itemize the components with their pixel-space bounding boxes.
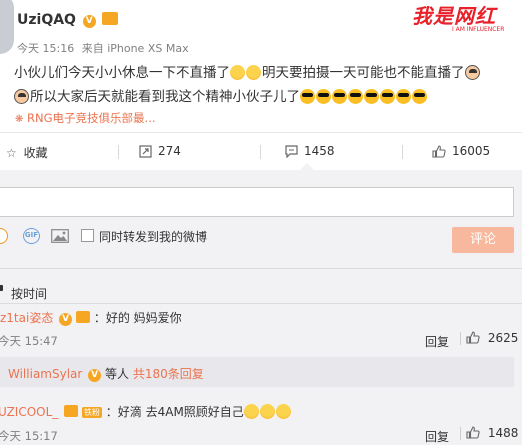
- comment-user-link[interactable]: UZICOOL_: [0, 405, 58, 419]
- sunglasses-emoji-icon: [380, 89, 395, 104]
- comment-like-button[interactable]: 2625: [466, 331, 518, 345]
- favorite-button[interactable]: ☆ 收藏: [6, 144, 48, 160]
- comment-time: 今天 15:17: [0, 429, 58, 443]
- comment-count: 1458: [304, 144, 335, 158]
- sort-by-time-tab[interactable]: 按时间: [11, 285, 47, 302]
- verified-icon: V: [82, 15, 96, 28]
- crying-emoji-icon: [243, 404, 259, 419]
- crying-emoji-icon: [259, 404, 275, 419]
- post-text-line1: 小伙儿们今天小小休息一下不直播了: [14, 65, 230, 81]
- watermark-text: 我是网红: [412, 4, 496, 28]
- divider: [460, 427, 461, 440]
- gif-icon[interactable]: GIF: [23, 228, 40, 244]
- divider: [402, 145, 403, 159]
- sunglasses-emoji-icon: [348, 89, 363, 104]
- repost-icon: [139, 145, 152, 158]
- reply-button[interactable]: 回复: [425, 333, 449, 350]
- smiley-icon: [0, 228, 8, 244]
- sunglasses-emoji-icon: [300, 89, 315, 104]
- sunglasses-emoji-icon: [316, 89, 331, 104]
- member-crown-icon: [75, 311, 90, 323]
- thumbs-up-icon: [466, 426, 480, 439]
- crying-emoji-icon: [230, 65, 245, 80]
- image-icon: [51, 229, 69, 243]
- member-crown-icon: [64, 405, 79, 417]
- divider: [0, 268, 522, 269]
- source-link-text: RNG电子竞技俱乐部最...: [27, 111, 156, 125]
- comment-text: ：好的 妈妈爱你: [93, 311, 182, 325]
- post-header: UziQAQ V: [17, 12, 118, 32]
- favorite-label: 收藏: [23, 146, 48, 160]
- thumbs-up-icon: [432, 145, 446, 158]
- face-emoji-icon: [14, 89, 29, 104]
- watermark-logo: 我是网红 I AM INFLUENCER: [412, 0, 522, 33]
- divider: [460, 332, 461, 345]
- source-link[interactable]: ❋ RNG电子竞技俱乐部最...: [15, 110, 156, 126]
- reply-user-link[interactable]: WilliamSylar: [8, 367, 82, 381]
- list-item: UZICOOL_ 铁粉 ：好滴 去4AM照顾好自己: [0, 403, 292, 420]
- fan-badge: 铁粉: [81, 407, 102, 418]
- thumbs-up-icon: [466, 331, 480, 344]
- comment-like-button[interactable]: 1488: [466, 426, 518, 440]
- list-item: z1tai姿态 V ：好的 妈妈爱你: [0, 309, 182, 326]
- sunglasses-emoji-icon: [364, 89, 379, 104]
- watermark-subtext: I AM INFLUENCER: [452, 26, 505, 33]
- divider: [118, 145, 119, 159]
- caret-pointer: [300, 163, 314, 170]
- post-text-line2: 所以大家后天就能看到我这个精神小伙子儿了: [30, 89, 300, 105]
- link-icon: ❋: [15, 114, 24, 125]
- star-icon: ☆: [6, 146, 17, 160]
- like-button[interactable]: 16005: [432, 144, 490, 160]
- divider: [260, 145, 261, 159]
- emoji-picker-button[interactable]: [0, 228, 8, 247]
- post-time[interactable]: 今天 15:16: [17, 42, 74, 55]
- repost-count: 274: [158, 144, 181, 158]
- like-count: 16005: [452, 144, 491, 158]
- sunglasses-emoji-icon: [332, 89, 347, 104]
- verified-icon: V: [88, 369, 102, 382]
- sort-marker-icon: [0, 285, 3, 291]
- comment-input[interactable]: [0, 187, 514, 217]
- comment-time: 今天 15:47: [0, 334, 58, 348]
- post-via: 来自 iPhone XS Max: [81, 42, 189, 55]
- repost-checkbox-label[interactable]: 同时转发到我的微博: [99, 228, 207, 245]
- comment-icon: [285, 145, 298, 159]
- reply-button[interactable]: 回复: [425, 428, 449, 445]
- post-text: 小伙儿们今天小小休息一下不直播了 明天要拍摄一天可能也不能直播了 所以大家后天就能…: [14, 61, 514, 109]
- comment-text: ：好滴 去4AM照顾好自己: [105, 405, 244, 419]
- comment-user-link[interactable]: z1tai姿态: [0, 311, 53, 325]
- reply-count-link[interactable]: 共180条回复: [133, 367, 204, 381]
- divider: [0, 303, 522, 304]
- verified-icon: V: [59, 313, 73, 326]
- post-text-line1b: 明天要拍摄一天可能也不能直播了: [262, 65, 465, 81]
- repost-checkbox[interactable]: [81, 229, 94, 242]
- author-name[interactable]: UziQAQ: [17, 12, 76, 28]
- image-upload-button[interactable]: [51, 229, 69, 246]
- author-avatar[interactable]: [0, 0, 14, 54]
- comment-like-count: 2625: [487, 331, 519, 345]
- repost-button[interactable]: 274: [139, 144, 181, 160]
- sunglasses-emoji-icon: [396, 89, 411, 104]
- comment-button[interactable]: 1458: [285, 144, 335, 160]
- submit-comment-button[interactable]: 评论: [452, 227, 514, 253]
- reply-summary-suffix: 等人: [104, 367, 129, 381]
- crying-emoji-icon: [246, 65, 261, 80]
- comment-like-count: 1488: [487, 426, 519, 440]
- member-crown-icon: [101, 12, 118, 25]
- reply-summary-text: WilliamSylar V 等人 共180条回复: [8, 365, 204, 382]
- crying-emoji-icon: [275, 404, 291, 419]
- divider: [0, 132, 522, 133]
- post-meta: 今天 15:16 来自 iPhone XS Max: [17, 40, 189, 56]
- sunglasses-emoji-icon: [412, 89, 427, 104]
- face-emoji-icon: [464, 65, 480, 80]
